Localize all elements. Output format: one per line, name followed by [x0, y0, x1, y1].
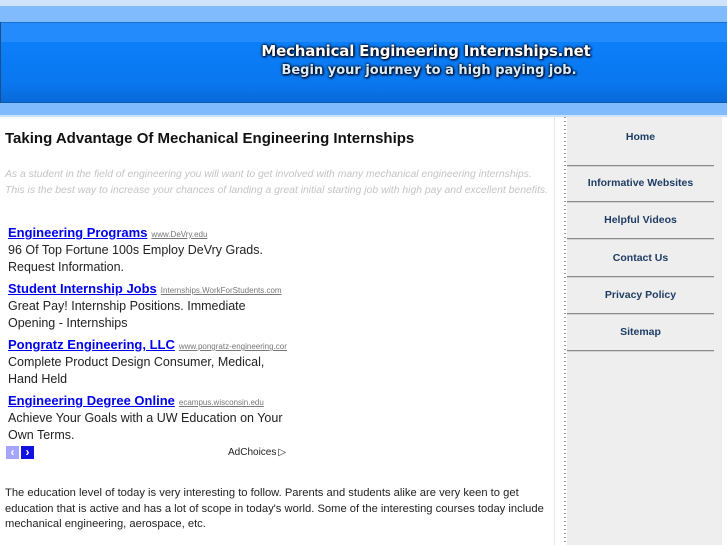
chevron-right-icon: ›: [25, 445, 30, 459]
site-tagline: Begin your journey to a high paying job.: [281, 63, 577, 78]
sidebar-divider: [564, 117, 566, 545]
ad-url-link[interactable]: Internships.WorkForStudents.com: [161, 286, 282, 295]
adchoices-label: AdChoices: [228, 447, 277, 458]
intro-line: This is the best way to increase your ch…: [5, 184, 548, 196]
adchoices-icon: ▷: [278, 447, 287, 458]
ad-pagination: ‹ ›: [6, 446, 34, 460]
body-line: education that is active and has a lot o…: [5, 502, 544, 515]
sidebar-nav: Home Informative Websites Helpful Videos…: [567, 117, 722, 352]
ad-prev-button[interactable]: ‹: [6, 446, 19, 459]
ad-description: 96 Of Top Fortune 100s Employ DeVry Grad…: [8, 243, 263, 274]
chevron-left-icon: ‹: [10, 445, 15, 459]
sidebar-item-privacy-policy[interactable]: Privacy Policy: [567, 289, 714, 301]
ad-url-link[interactable]: ecampus.wisconsin.edu: [179, 398, 264, 407]
main-content: Taking Advantage Of Mechanical Engineeri…: [0, 117, 555, 545]
ad-title-link[interactable]: Student Internship Jobs: [8, 281, 157, 296]
sidebar-item-home[interactable]: Home: [567, 131, 714, 143]
ad-item: Engineering Degree Online ecampus.wiscons…: [8, 391, 298, 444]
site-header: Mechanical Engineering Internships.net B…: [0, 0, 727, 117]
body-line: mechanical engineering, aerospace, etc.: [5, 518, 206, 530]
sidebar-item-contact-us[interactable]: Contact Us: [567, 252, 714, 264]
page-title: Taking Advantage Of Mechanical Engineeri…: [5, 130, 415, 147]
ad-title-link[interactable]: Engineering Programs: [8, 225, 147, 240]
ad-block: Engineering Programs www.DeVry.edu 96 Of …: [8, 223, 298, 447]
ad-title-link[interactable]: Engineering Degree Online: [8, 393, 175, 408]
ad-item: Engineering Programs www.DeVry.edu 96 Of …: [8, 223, 298, 276]
body-paragraph: The education level of today is very int…: [5, 486, 555, 533]
header-band: [0, 103, 727, 115]
sidebar-item-informative-websites[interactable]: Informative Websites: [567, 177, 714, 189]
ad-title-link[interactable]: Pongratz Engineering, LLC: [8, 337, 175, 352]
ad-item: Pongratz Engineering, LLC www.pongratz-en…: [8, 335, 298, 388]
ad-item: Student Internship Jobs Internships.WorkF…: [8, 279, 298, 332]
adchoices-link[interactable]: AdChoices ▷: [228, 447, 286, 458]
ad-description: Great Pay! Internship Positions. Immedia…: [8, 299, 246, 330]
site-title: Mechanical Engineering Internships.net: [261, 42, 591, 60]
header-band: [0, 6, 727, 22]
sidebar-item-helpful-videos[interactable]: Helpful Videos: [567, 214, 714, 226]
ad-description: Achieve Your Goals with a UW Education o…: [8, 411, 283, 442]
intro-text: As a student in the field of engineering…: [5, 167, 565, 198]
intro-line: As a student in the field of engineering…: [5, 169, 532, 180]
ad-url-link[interactable]: www.DeVry.edu: [151, 230, 207, 239]
sidebar-item-sitemap[interactable]: Sitemap: [567, 326, 714, 338]
ad-url-link[interactable]: www.pongratz-engineering.cor: [179, 342, 287, 351]
ad-next-button[interactable]: ›: [21, 446, 34, 459]
nav-divider: [567, 350, 714, 352]
header-band: [0, 22, 727, 43]
ad-description: Complete Product Design Consumer, Medica…: [8, 355, 265, 386]
body-line: The education level of today is very int…: [5, 487, 519, 499]
sidebar: Home Informative Websites Helpful Videos…: [567, 117, 722, 545]
